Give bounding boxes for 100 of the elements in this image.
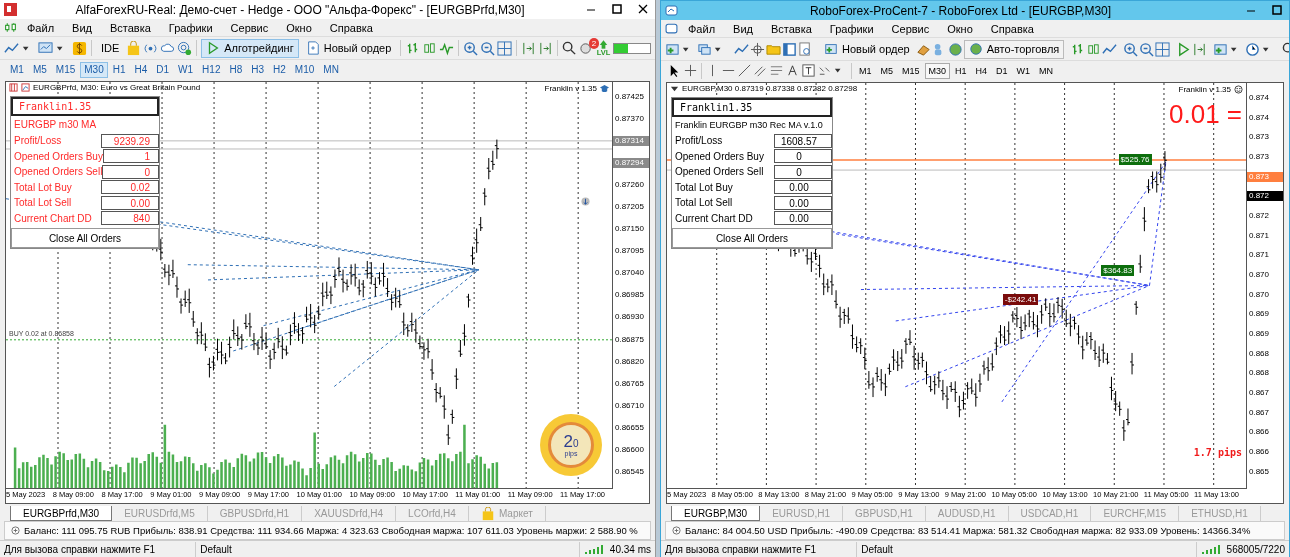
toolbar-button[interactable]: Новый ордер [300,38,397,58]
triangle-icon[interactable] [670,84,679,93]
timeframe-button[interactable]: H4 [971,62,992,79]
trade-label: $525.76 [1118,153,1152,165]
row-label: Opened Orders Buy [13,150,103,162]
timeframe-button[interactable]: M1 [855,62,876,79]
windows-icon[interactable] [697,41,712,57]
expand-icon[interactable] [672,526,681,535]
timeframe-button[interactable]: M15 [898,62,924,79]
grid-icon[interactable] [1155,41,1171,57]
menu-item[interactable]: Графики [160,21,221,34]
account-summary: Баланс: 111 095.75 RUB Прибыль: 838.91 Средства: 111 934.66 Маржа: 4 323.63 Свободная маржа: 107 611.03 Уровень маржи: 2 588.90 % [24,525,638,536]
timeframe-button[interactable]: M30 [924,62,951,79]
line-chart-icon[interactable] [1102,41,1118,57]
menu-item[interactable]: Окно [939,22,981,35]
value-field: 840 [101,211,159,226]
signal-bars-icon [583,543,606,555]
wave-icon[interactable] [439,40,455,56]
shift-icon[interactable] [1192,41,1208,57]
chart-icon[interactable] [21,83,30,92]
shift-icon[interactable] [538,40,554,56]
timeframe-button[interactable]: M1 [6,61,28,78]
timeframe-button[interactable]: H1 [108,61,130,78]
timeframe-button[interactable]: W1 [1012,62,1035,79]
grid-icon[interactable] [497,40,513,56]
price-label: 0.866 [1248,447,1271,458]
shift-icon[interactable] [521,40,537,56]
menu-item[interactable]: Справка [321,21,381,34]
menu-item[interactable]: Вставка [762,22,820,35]
menu-item[interactable]: Окно [278,21,320,34]
timeframe-button[interactable]: H2 [269,61,290,78]
value-field: 0 [774,149,832,164]
menu-item[interactable]: Вид [64,21,100,34]
fibo-icon[interactable] [769,63,784,78]
timeframe-button[interactable]: MN [319,61,343,78]
menu-item[interactable]: Вставка [101,21,159,34]
close-all-button[interactable]: Close All Orders [672,228,832,248]
expert-name: Franklin v 1.35 [544,84,597,93]
timeframe-button[interactable]: M10 [290,61,319,78]
grid-icon[interactable] [9,83,18,92]
text-icon[interactable] [785,63,800,78]
maximize-icon[interactable] [609,3,625,16]
label-icon[interactable] [801,63,816,78]
menu-item[interactable]: Графики [821,22,882,35]
close-all-button[interactable]: Close All Orders [11,228,159,248]
timeframe-button[interactable]: H3 [247,61,269,78]
timeframe-button[interactable]: M15 [51,61,80,78]
menu-item[interactable]: Сервис [883,22,938,35]
toolbar-button[interactable]: IDE [95,38,125,58]
app-icon [665,4,678,17]
chart-tab[interactable]: EURGBPrfd,M30 [10,506,113,521]
menu-item[interactable]: Файл [19,21,63,34]
timeframe-button[interactable]: H4 [130,61,152,78]
chart-tab[interactable]: EURGBP,M30 [671,506,761,521]
timeframe-button[interactable]: D1 [152,61,174,78]
menu-item[interactable]: Справка [982,22,1042,35]
cross-icon[interactable] [683,63,698,78]
menu-item[interactable]: Сервис [222,21,277,34]
signal-bars-icon [1200,543,1223,555]
globe-icon[interactable] [947,41,963,57]
timeframe-button[interactable]: H1 [951,62,971,79]
zoom-in-icon[interactable] [1123,41,1139,57]
trendline-icon[interactable] [737,63,752,78]
zoom-out-icon[interactable] [1139,41,1155,57]
zoom-in-icon[interactable] [463,40,479,56]
price-label: 0.87095 [614,246,645,257]
play-icon[interactable] [1176,41,1192,57]
menu-item[interactable]: Файл [680,22,724,35]
timeframe-button[interactable]: D1 [992,62,1012,79]
magnifier-page-icon[interactable] [798,41,813,57]
zoom-out-icon[interactable] [480,40,496,56]
price-label: 0.874 [1248,93,1271,103]
toolbar-button[interactable]: Авто-торговля [963,39,1065,59]
panel-title: Franklin1.35 [11,97,159,116]
search-icon[interactable] [562,40,578,56]
timeframe-button[interactable]: H8 [225,61,247,78]
timeframe-button[interactable]: M30 [80,61,108,78]
line-chart-icon[interactable] [734,41,749,57]
menu-item[interactable]: Вид [725,22,761,35]
status-help: Для вызова справки нажмите F1 [661,541,858,557]
expand-icon[interactable] [11,526,20,535]
price-label: 0.871 [1248,230,1271,241]
price-label: 0.870 [1248,289,1271,300]
toolbar-button[interactable]: Алготрейдинг [201,38,299,58]
dollar-icon[interactable] [72,40,87,56]
clock-icon[interactable] [1245,41,1261,57]
line-chart-icon[interactable] [4,40,19,56]
connection-status: 568005/7220 [1226,542,1285,557]
crosshair-icon[interactable] [750,41,765,57]
toolbar-button[interactable]: Новый ордер [819,39,915,59]
timeframe-button[interactable]: W1 [174,61,198,78]
timeframe-button[interactable]: M5 [28,61,51,78]
radar-icon[interactable] [177,40,193,56]
timeframe-button[interactable]: MN [1035,62,1058,79]
maximize-icon[interactable] [1269,4,1285,17]
price-label: 0.874 [1248,112,1271,123]
timeframe-button[interactable]: M5 [876,62,898,79]
timeframe-button[interactable]: H12 [198,61,225,78]
value-field: 1 [102,149,159,164]
window-icon[interactable] [782,41,797,57]
